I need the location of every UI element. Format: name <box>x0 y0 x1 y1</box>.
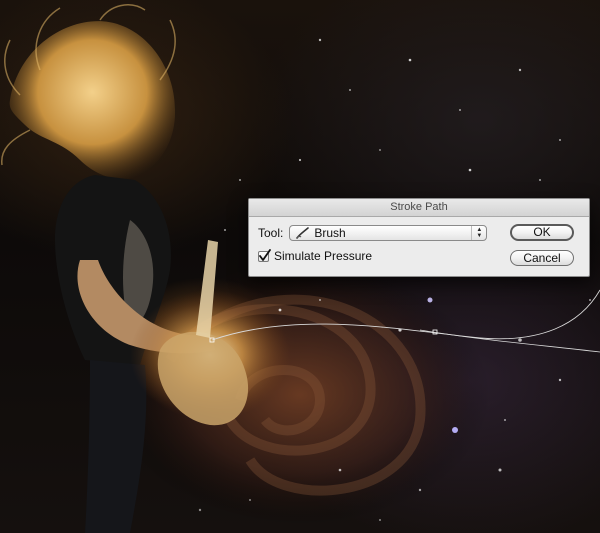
tool-select[interactable]: Brush ▲ ▼ <box>289 225 488 241</box>
hair <box>9 21 176 180</box>
cancel-button[interactable]: Cancel <box>510 250 574 266</box>
tool-select-value: Brush <box>314 226 346 240</box>
simulate-pressure-row: Simulate Pressure <box>258 248 372 263</box>
tool-label: Tool: <box>258 226 284 240</box>
dialog-title: Stroke Path <box>249 199 589 217</box>
checkmark-icon <box>259 248 271 261</box>
ok-button[interactable]: OK <box>510 224 574 241</box>
legs <box>85 360 147 533</box>
simulate-pressure-checkbox[interactable] <box>258 248 271 262</box>
brush-icon <box>296 226 310 240</box>
select-arrows-icon: ▲ ▼ <box>471 226 486 240</box>
simulate-pressure-label[interactable]: Simulate Pressure <box>274 249 372 263</box>
stroke-path-dialog: Stroke Path Tool: Brush ▲ ▼ Simulate Pre… <box>248 198 590 277</box>
document-canvas: Stroke Path Tool: Brush ▲ ▼ Simulate Pre… <box>0 0 600 533</box>
tool-row: Tool: Brush ▲ ▼ <box>258 224 488 242</box>
